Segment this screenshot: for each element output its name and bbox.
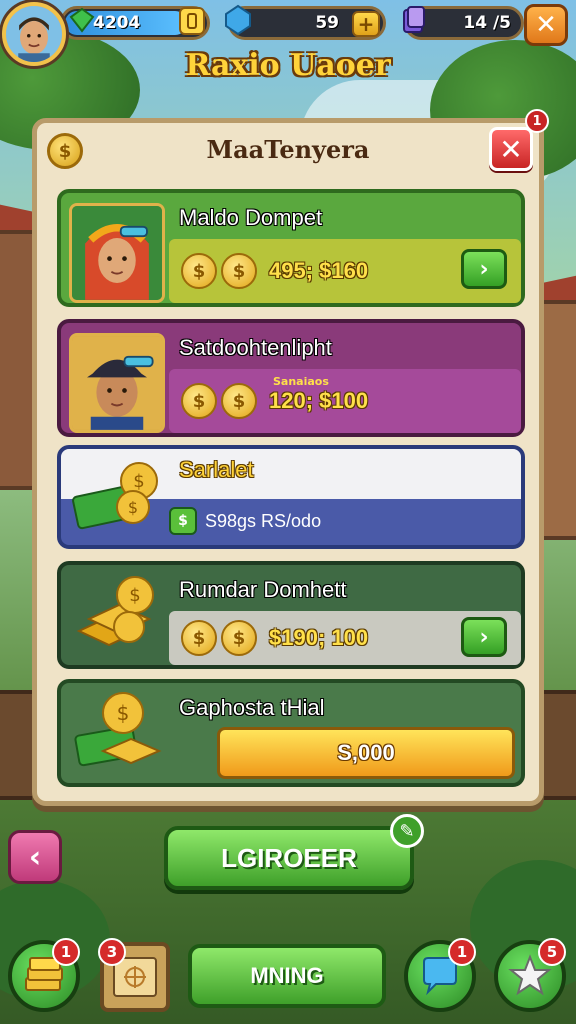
energy-value: 59 — [315, 13, 339, 33]
add-energy-button[interactable]: + — [352, 11, 380, 37]
price-box: $ $ $190; 100 › — [169, 611, 521, 665]
gold-bars-icon: $ — [73, 571, 169, 661]
cash-icon: $ — [169, 507, 197, 535]
coin-icon: $ — [181, 253, 217, 289]
offer-card-1[interactable]: Maldo Dompet $ $ 495; $160 › — [57, 189, 525, 307]
coin-icon: $ — [221, 253, 257, 289]
capped-character-icon — [72, 336, 162, 430]
cash-stack-icon: $ $ — [69, 453, 165, 543]
gems-value: 4204 — [93, 13, 141, 33]
game-title: Raxio Uaoer — [185, 48, 391, 83]
svg-text:$: $ — [117, 701, 130, 725]
panel-corner-badge: 1 — [525, 109, 549, 133]
price-row: $ S98gs RS/odo — [169, 507, 321, 535]
back-button[interactable]: ‹ — [8, 830, 62, 884]
svg-text:$: $ — [128, 498, 138, 517]
panel-title: MaaTenyera — [206, 135, 370, 164]
offer-card-5[interactable]: $ Gaphosta tHial S,000 — [57, 679, 525, 787]
energy-bar: 59 + — [225, 4, 386, 40]
inventory-button[interactable]: 1 — [8, 938, 80, 1012]
offer-card-3[interactable]: $ $ Sarlalet $ S98gs RS/odo — [57, 445, 525, 549]
offer-price: $190; 100 — [269, 625, 369, 650]
offer-name: Maldo Dompet — [179, 205, 323, 230]
offer-price: S98gs RS/odo — [205, 510, 322, 531]
offer-name: Rumdar Domhett — [179, 577, 347, 602]
offer-portrait — [69, 333, 165, 433]
card-deck-icon — [397, 3, 431, 37]
cash-bundle-icon: $ — [73, 689, 169, 779]
coin-icon: $ — [181, 383, 217, 419]
map-button[interactable]: 3 — [98, 938, 170, 1012]
pencil-icon[interactable]: ✎ — [390, 814, 424, 848]
hud-close-button[interactable]: ✕ — [524, 4, 568, 46]
svg-text:$: $ — [129, 585, 140, 606]
buy-arrow-button[interactable]: › — [461, 617, 507, 657]
top-hud: 4204 59 + 14 /5 ✕ — [0, 0, 576, 50]
coin-icon: $ — [181, 620, 217, 656]
offer-price: 495; $160 — [269, 258, 369, 283]
panel-close-button[interactable]: ✕ — [489, 127, 533, 171]
price-box: $ $ 495; $160 › — [169, 239, 521, 303]
offer-sub-label: Sanaiaos — [273, 375, 329, 388]
buy-arrow-button[interactable]: › — [461, 249, 507, 289]
offer-name: Sarlalet — [179, 457, 254, 482]
cards-bar: 14 /5 — [403, 6, 524, 40]
offer-portrait — [69, 203, 165, 303]
favorites-button[interactable]: 5 — [494, 938, 566, 1012]
offer-card-4[interactable]: $ Rumdar Domhett $ $ $190; 100 › — [57, 561, 525, 669]
hooded-character-icon — [72, 206, 162, 300]
coin-icon: $ — [221, 620, 257, 656]
price-box: $ $ 120; $100 Sanaiaos — [169, 369, 521, 433]
mining-button[interactable]: MNING — [188, 944, 386, 1008]
notification-badge: 1 — [52, 938, 80, 966]
buy-price-button[interactable]: S,000 — [217, 727, 515, 779]
primary-action-button[interactable]: LGIROEER — [164, 826, 414, 890]
offer-price: S,000 — [337, 740, 395, 765]
notification-badge: 1 — [448, 938, 476, 966]
chat-button[interactable]: 1 — [404, 938, 476, 1012]
gem-icon — [65, 3, 99, 37]
offer-price: 120; $100 — [269, 388, 369, 413]
offer-card-2[interactable]: Satdoohtenlipht $ $ 120; $100 Sanaiaos — [57, 319, 525, 437]
currency-slot-icon[interactable] — [179, 7, 205, 35]
coin-icon: $ — [221, 383, 257, 419]
crystal-icon — [221, 3, 255, 37]
offer-name: Satdoohtenlipht — [179, 335, 332, 360]
level-bar: 4204 — [60, 6, 210, 40]
offer-name: Gaphosta tHial — [179, 695, 325, 720]
notification-badge: 3 — [98, 938, 126, 966]
svg-text:$: $ — [133, 471, 144, 492]
notification-badge: 5 — [538, 938, 566, 966]
cards-value: 14 /5 — [463, 13, 511, 33]
shop-panel: $ MaaTenyera ✕ 1 Maldo Dompet $ $ 495; $… — [32, 109, 549, 806]
